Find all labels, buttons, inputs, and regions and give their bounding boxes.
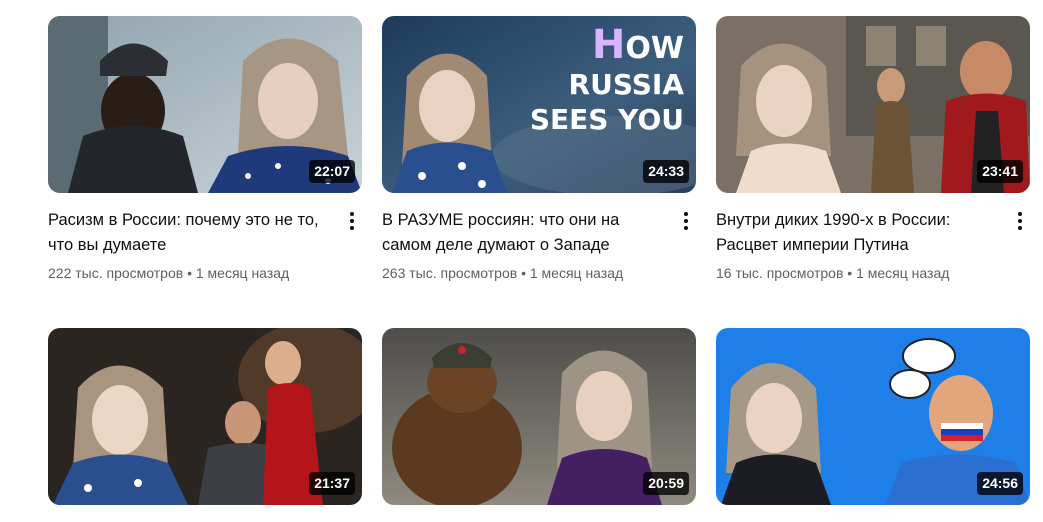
video-details: В РАЗУМЕ россиян: что они на самом деле …	[382, 208, 696, 283]
video-card[interactable]: 24:56	[716, 328, 1030, 505]
video-duration-badge: 22:07	[309, 160, 355, 183]
thumb-text-line3: SEES YOU	[530, 103, 684, 136]
view-count: 263 тыс. просмотров	[382, 265, 518, 281]
video-duration-badge: 24:33	[643, 160, 689, 183]
video-stats: 263 тыс. просмотров • 1 месяц назад	[382, 263, 662, 283]
thumb-text-line2: RUSSIA	[569, 68, 685, 101]
video-thumbnail[interactable]: 22:07	[48, 16, 362, 193]
video-title[interactable]: В РАЗУМЕ россиян: что они на самом деле …	[382, 208, 662, 258]
video-card[interactable]: 21:37	[48, 328, 362, 505]
video-duration-badge: 23:41	[977, 160, 1023, 183]
video-thumbnail[interactable]: 21:37	[48, 328, 362, 505]
video-card[interactable]: 23:41 Внутри диких 1990-х в России: Расц…	[716, 16, 1030, 283]
video-title[interactable]: Внутри диких 1990-х в России: Расцвет им…	[716, 208, 996, 258]
video-title[interactable]: Расизм в России: почему это не то, что в…	[48, 208, 328, 258]
thumb-text-cap: H	[592, 22, 625, 68]
upload-age: 1 месяц назад	[195, 265, 290, 281]
video-card[interactable]: HOW RUSSIA SEES YOU 24:33 В РАЗУМЕ росси…	[382, 16, 696, 283]
view-count: 16 тыс. просмотров	[716, 265, 844, 281]
more-vert-icon[interactable]	[1008, 206, 1032, 236]
video-stats: 16 тыс. просмотров • 1 месяц назад	[716, 263, 996, 283]
video-details: Внутри диких 1990-х в России: Расцвет им…	[716, 208, 1030, 283]
more-vert-icon[interactable]	[674, 206, 698, 236]
video-card[interactable]: 20:59	[382, 328, 696, 505]
video-duration-badge: 20:59	[643, 472, 689, 495]
view-count: 222 тыс. просмотров	[48, 265, 184, 281]
video-details: Расизм в России: почему это не то, что в…	[48, 208, 362, 283]
video-card[interactable]: 22:07 Расизм в России: почему это не то,…	[48, 16, 362, 283]
meta-separator: •	[187, 265, 192, 281]
upload-age: 1 месяц назад	[856, 265, 950, 281]
video-thumbnail[interactable]: 20:59	[382, 328, 696, 505]
thumb-text-rest: OW	[625, 31, 684, 66]
video-thumbnail[interactable]: HOW RUSSIA SEES YOU 24:33	[382, 16, 696, 193]
video-duration-badge: 21:37	[309, 472, 355, 495]
upload-age: 1 месяц назад	[529, 265, 624, 281]
video-thumbnail[interactable]: 24:56	[716, 328, 1030, 505]
meta-separator: •	[847, 265, 853, 281]
video-thumbnail[interactable]: 23:41	[716, 16, 1030, 193]
meta-separator: •	[521, 265, 526, 281]
more-vert-icon[interactable]	[340, 206, 364, 236]
video-stats: 222 тыс. просмотров • 1 месяц назад	[48, 263, 328, 283]
video-duration-badge: 24:56	[977, 472, 1023, 495]
